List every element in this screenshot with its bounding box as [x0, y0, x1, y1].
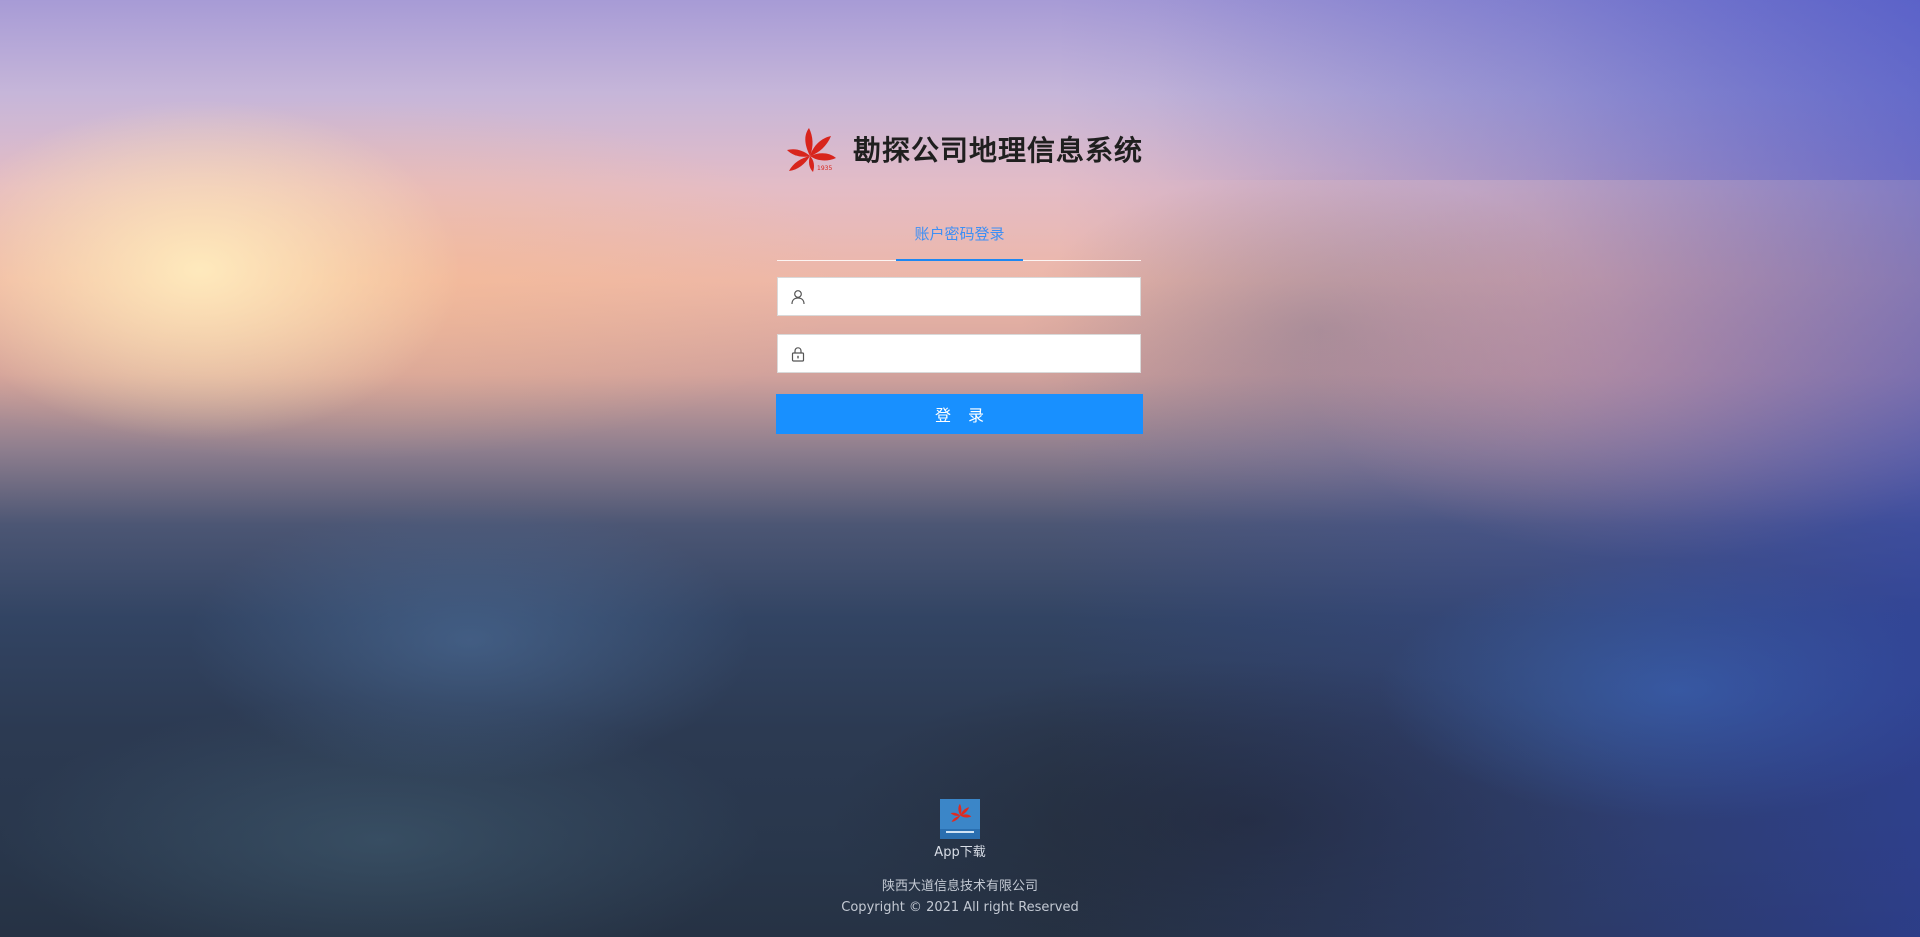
logo-year-text: 1935: [817, 165, 832, 172]
footer: 陕西大道信息技术有限公司 Copyright © 2021 All right …: [0, 876, 1920, 918]
lock-icon: [791, 346, 805, 362]
login-page: 1935 勘探公司地理信息系统 账户密码登录 登 录 App下载 陕西大道信息技…: [0, 0, 1920, 937]
password-field[interactable]: [777, 334, 1141, 373]
header: 1935 勘探公司地理信息系统: [783, 124, 1143, 174]
username-input[interactable]: [814, 278, 1140, 315]
app-download-label: App下载: [934, 845, 986, 860]
username-field[interactable]: [777, 277, 1141, 316]
app-icon: [940, 799, 980, 839]
login-button[interactable]: 登 录: [776, 394, 1143, 434]
user-icon: [791, 289, 805, 304]
tab-account-password[interactable]: 账户密码登录: [896, 216, 1023, 258]
tab-active-indicator: [896, 259, 1023, 261]
footer-copyright: Copyright © 2021 All right Reserved: [841, 900, 1079, 915]
app-download-link[interactable]: App下载: [920, 799, 1000, 860]
login-tabs: 账户密码登录: [777, 216, 1141, 261]
page-title: 勘探公司地理信息系统: [853, 134, 1144, 167]
company-flower-logo-icon: 1935: [787, 128, 836, 172]
password-input[interactable]: [814, 335, 1140, 372]
footer-company: 陕西大道信息技术有限公司: [881, 879, 1038, 894]
